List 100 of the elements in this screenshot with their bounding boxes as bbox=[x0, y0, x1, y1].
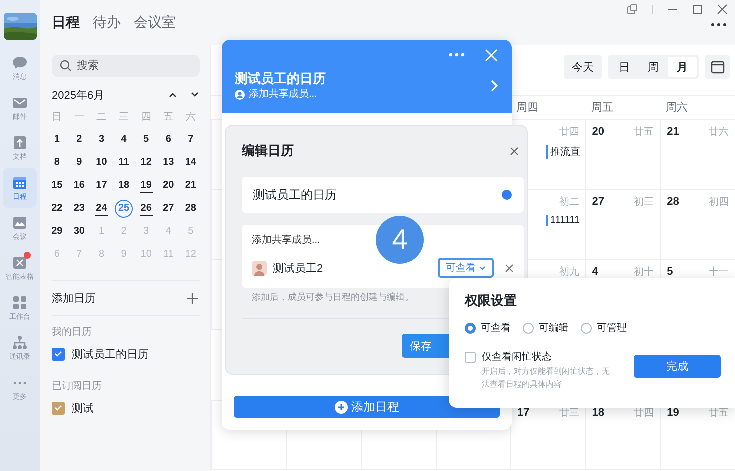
calendar-day[interactable]: 29 bbox=[50, 225, 64, 238]
member-search-field[interactable]: 添加共享成员... bbox=[252, 233, 320, 249]
calendar-icon bbox=[12, 174, 28, 190]
plus-icon[interactable] bbox=[187, 292, 198, 304]
checkbox[interactable] bbox=[465, 352, 476, 362]
calendar-day[interactable]: 30 bbox=[72, 225, 86, 238]
more-icon[interactable] bbox=[711, 23, 727, 27]
chevron-up-icon[interactable] bbox=[168, 91, 178, 99]
calendar-day[interactable]: 14 bbox=[184, 156, 198, 169]
calendar-day[interactable]: 19 bbox=[140, 178, 153, 192]
weekday-label: 五 bbox=[162, 110, 175, 124]
top-tab[interactable]: 待办 bbox=[93, 14, 121, 32]
permission-dropdown[interactable]: 可查看 bbox=[438, 258, 494, 278]
calendar-day[interactable]: 20 bbox=[162, 179, 176, 192]
calendar-day[interactable]: 17 bbox=[95, 179, 108, 192]
date-number: 17 bbox=[517, 407, 530, 419]
chevron-right-icon[interactable] bbox=[490, 80, 498, 92]
checkbox-label: 仅查看闲忙状态 bbox=[482, 350, 552, 364]
date-number: 19 bbox=[667, 407, 680, 419]
remove-icon[interactable] bbox=[505, 264, 514, 272]
weekday-header: 周六 bbox=[666, 100, 688, 115]
pin-window-icon[interactable] bbox=[627, 4, 638, 15]
calendar-day[interactable]: 21 bbox=[184, 179, 198, 192]
month-title: 2025年6月 bbox=[52, 88, 105, 102]
calendar-day[interactable]: 26 bbox=[140, 202, 153, 216]
top-tab[interactable]: 日程 bbox=[52, 14, 80, 32]
weekday-label: 一 bbox=[73, 110, 86, 124]
date-number: 18 bbox=[592, 407, 605, 419]
lunar-date: 廿五 bbox=[634, 126, 654, 139]
checkbox[interactable] bbox=[52, 348, 65, 360]
window-icon bbox=[710, 60, 724, 74]
radio-button[interactable] bbox=[523, 322, 534, 334]
event-chip[interactable]: 111111 bbox=[546, 215, 580, 226]
member-name: 测试员工2 bbox=[273, 262, 324, 276]
calendar-day[interactable]: 8 bbox=[53, 156, 61, 169]
radio-button[interactable] bbox=[465, 322, 476, 334]
maximize-icon[interactable] bbox=[692, 4, 703, 15]
card-title: 测试员工的日历 bbox=[235, 70, 326, 88]
lunar-date: 初四 bbox=[708, 196, 729, 209]
lunar-date: 廿五 bbox=[708, 407, 729, 420]
group-title: 我的日历 bbox=[52, 326, 93, 340]
calendar-day[interactable]: 16 bbox=[72, 179, 86, 192]
today-button[interactable]: 今天 bbox=[564, 55, 602, 79]
calendar-day[interactable]: 23 bbox=[72, 202, 86, 215]
weekday-label: 日 bbox=[51, 110, 64, 124]
mountain-icon bbox=[12, 214, 28, 230]
radio-button[interactable] bbox=[581, 322, 592, 334]
close-icon[interactable] bbox=[510, 146, 519, 156]
top-tab[interactable]: 会议室 bbox=[134, 14, 176, 32]
lunar-date: 廿四 bbox=[559, 126, 580, 139]
date-number: 20 bbox=[592, 126, 605, 138]
date-number: 28 bbox=[667, 196, 680, 208]
calendar-day[interactable]: 13 bbox=[162, 156, 176, 169]
view-tab[interactable]: 日 bbox=[610, 57, 639, 77]
calendar-day[interactable]: 24 bbox=[95, 202, 108, 216]
name-field[interactable]: 测试员工的日历 bbox=[242, 177, 524, 213]
calendar-day[interactable]: 4 bbox=[120, 133, 128, 146]
add-event-button[interactable]: 添加日程 bbox=[234, 396, 500, 418]
lunar-date: 十一 bbox=[708, 266, 729, 279]
org-chart-icon bbox=[12, 334, 28, 350]
calendar-day[interactable]: 3 bbox=[98, 133, 106, 146]
dialog-title: 编辑日历 bbox=[242, 142, 294, 160]
calendar-day[interactable]: 12 bbox=[140, 156, 153, 169]
calendar-day[interactable]: 27 bbox=[162, 202, 176, 215]
done-button[interactable]: 完成 bbox=[634, 355, 721, 378]
view-tab[interactable]: 月 bbox=[668, 57, 697, 77]
lunar-date: 初九 bbox=[559, 266, 580, 279]
calendar-day[interactable]: 10 bbox=[95, 156, 108, 169]
event-chip[interactable]: 推流直 bbox=[546, 145, 580, 159]
close-icon[interactable] bbox=[717, 4, 728, 15]
chevron-down-icon[interactable] bbox=[190, 91, 200, 99]
date-number: 5 bbox=[667, 266, 674, 278]
hint-text: 开启后，对方仅能看到闲忙状态，无法查看日程的具体内容 bbox=[482, 366, 611, 391]
calendar-day[interactable]: 6 bbox=[164, 133, 172, 146]
calendar-day[interactable]: 7 bbox=[187, 133, 195, 146]
calendar-day[interactable]: 5 bbox=[142, 133, 150, 146]
table-icon bbox=[12, 254, 28, 270]
calendar-day[interactable]: 18 bbox=[117, 179, 131, 192]
user-icon bbox=[235, 90, 245, 100]
calendar-day[interactable]: 9 bbox=[76, 156, 84, 169]
more-icon bbox=[12, 382, 28, 384]
calendar-day[interactable]: 22 bbox=[50, 202, 64, 215]
weekday-label: 六 bbox=[184, 110, 197, 124]
calendar-day[interactable]: 11 bbox=[118, 156, 130, 169]
calendar-day[interactable]: 2 bbox=[76, 133, 84, 146]
radio-label: 可编辑 bbox=[539, 322, 569, 335]
search-field[interactable]: 搜索 bbox=[52, 55, 200, 77]
chat-bubble-icon bbox=[12, 54, 28, 70]
calendar-day[interactable]: 28 bbox=[184, 202, 198, 215]
calendar-day[interactable]: 1 bbox=[53, 133, 61, 146]
view-tab[interactable]: 周 bbox=[639, 57, 668, 77]
calendar-day[interactable]: 25 bbox=[115, 200, 134, 218]
weekday-header: 周四 bbox=[516, 101, 538, 115]
checkbox[interactable] bbox=[52, 402, 65, 414]
document-icon bbox=[12, 134, 28, 150]
layout-button[interactable] bbox=[705, 55, 730, 79]
calendar-day[interactable]: 15 bbox=[50, 179, 64, 192]
lunar-date: 初二 bbox=[559, 196, 580, 209]
group-title: 已订阅日历 bbox=[52, 380, 103, 394]
color-dot[interactable] bbox=[502, 190, 512, 200]
